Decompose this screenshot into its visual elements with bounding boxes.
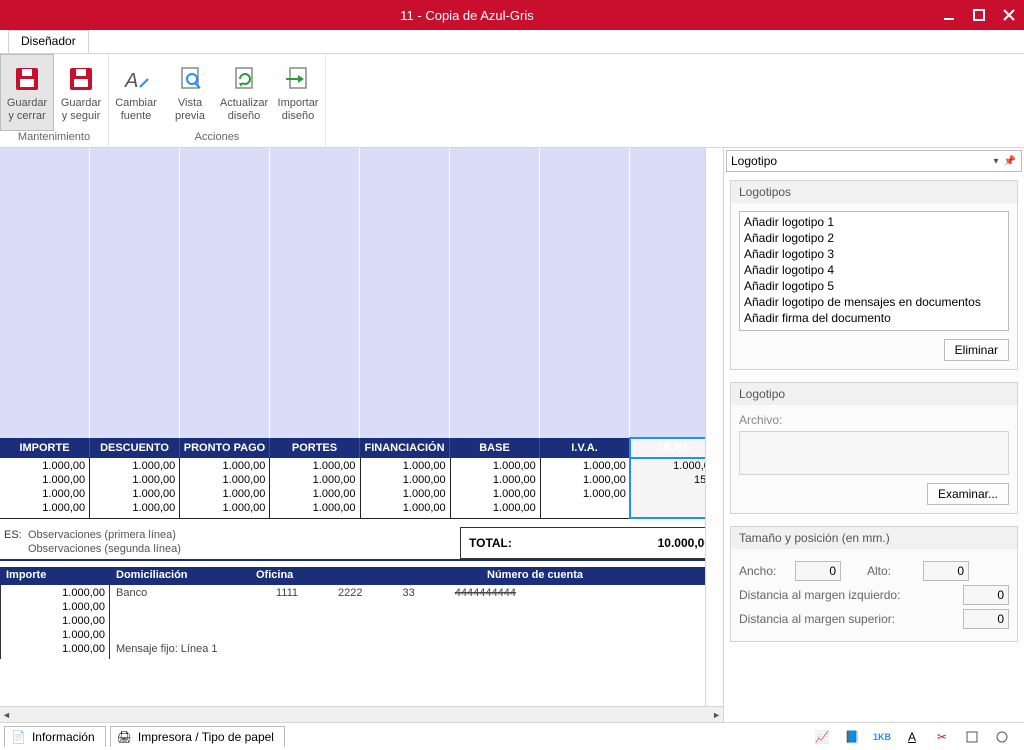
window-title: 11 - Copia de Azul-Gris [0, 8, 934, 23]
list-item[interactable]: Añadir logotipo 3 [742, 246, 1006, 262]
floppy-next-icon [65, 63, 97, 95]
info-tab[interactable]: 📄 Información [4, 726, 106, 747]
bank-headers: Importe Domiciliación Oficina Número de … [0, 567, 720, 585]
refresh-design-button[interactable]: Actualizar diseño [217, 54, 271, 131]
printer-icon: 🖨 [117, 730, 132, 744]
hdr-descuento: DESCUENTO [90, 438, 180, 458]
group-label-acciones: Acciones [109, 131, 325, 147]
tab-designer[interactable]: Diseñador [8, 30, 89, 53]
margin-left-input[interactable] [963, 585, 1009, 605]
statusbar: 📄 Información 🖨 Impresora / Tipo de pape… [0, 722, 1024, 750]
tab-strip: Diseñador [0, 30, 1024, 54]
cut-icon[interactable]: ✂ [934, 729, 950, 745]
hdr-importe: IMPORTE [0, 438, 90, 458]
font-icon: A [120, 63, 152, 95]
group-label-mantenimiento: Mantenimiento [0, 131, 108, 147]
total-label: TOTAL: [469, 536, 512, 550]
maximize-button[interactable] [964, 0, 994, 30]
height-input[interactable] [923, 561, 969, 581]
list-item[interactable]: Añadir logotipo 2 [742, 230, 1006, 246]
hdr-financiacion: FINANCIACIÓN [360, 438, 450, 458]
es-label: ES: [0, 527, 24, 559]
vertical-ruler [705, 148, 723, 706]
placeholder-band [0, 148, 720, 438]
hdr-iva: I.V.A. [540, 438, 630, 458]
close-button[interactable] [994, 0, 1024, 30]
import-page-icon [282, 63, 314, 95]
total-box: TOTAL: 10.000,00 [460, 527, 720, 559]
kb-icon[interactable]: 1KB [874, 729, 890, 745]
chart-icon[interactable]: 📈 [814, 729, 830, 745]
ribbon: Guardar y cerrar Guardar y seguir Manten… [0, 54, 1024, 148]
total-value: 10.000,00 [658, 536, 711, 550]
fixed-msg: Mensaje fijo: Línea 1 [116, 643, 218, 657]
list-item[interactable]: Añadir logotipo de mensajes en documento… [742, 294, 1006, 310]
minimize-button[interactable] [934, 0, 964, 30]
delete-button[interactable]: Eliminar [944, 339, 1009, 361]
side-panel: Logotipo ▾ 📌 Logotipos Añadir logotipo 1… [724, 148, 1024, 722]
width-input[interactable] [795, 561, 841, 581]
file-label: Archivo: [739, 413, 1009, 427]
refresh-page-icon [228, 63, 260, 95]
horizontal-scrollbar[interactable]: ◄► [0, 706, 723, 722]
note-icon[interactable]: 📘 [844, 729, 860, 745]
import-design-button[interactable]: Importar diseño [271, 54, 325, 131]
panel-size-pos: Tamaño y posición (en mm.) Ancho: Alto: … [730, 526, 1018, 642]
list-item[interactable]: Añadir logotipo 1 [742, 214, 1006, 230]
save-close-button[interactable]: Guardar y cerrar [0, 54, 54, 131]
change-font-button[interactable]: A Cambiar fuente [109, 54, 163, 131]
observations: Observaciones (primera línea) Observacio… [24, 527, 460, 559]
list-item[interactable]: Añadir logotipo 4 [742, 262, 1006, 278]
magnifier-page-icon [174, 63, 206, 95]
titlebar: 11 - Copia de Azul-Gris [0, 0, 1024, 30]
margin-top-input[interactable] [963, 609, 1009, 629]
hdr-base: BASE [450, 438, 540, 458]
floppy-icon [11, 63, 43, 95]
info-icon: 📄 [11, 730, 26, 744]
svg-text:A: A [124, 70, 138, 92]
design-canvas[interactable]: IMPORTE DESCUENTO PRONTO PAGO PORTES FIN… [0, 148, 724, 722]
browse-button[interactable]: Examinar... [927, 483, 1009, 505]
logo-listbox[interactable]: Añadir logotipo 1 Añadir logotipo 2 Añad… [739, 211, 1009, 331]
pin-icon[interactable]: 📌 [1003, 156, 1017, 167]
preview-button[interactable]: Vista previa [163, 54, 217, 131]
printer-tab[interactable]: 🖨 Impresora / Tipo de papel [110, 726, 285, 747]
bank-name: Banco [116, 587, 236, 601]
chevron-down-icon[interactable]: ▾ [989, 156, 1003, 167]
panel-logotipo: Logotipo Archivo: Examinar... [730, 382, 1018, 514]
side-dropdown[interactable]: Logotipo ▾ 📌 [726, 150, 1022, 172]
save-continue-button[interactable]: Guardar y seguir [54, 54, 108, 131]
bank-body: 1.000,00 1.000,00 1.000,00 1.000,00 1.00… [0, 585, 720, 659]
list-item[interactable]: Añadir logotipo 5 [742, 278, 1006, 294]
column-headers: IMPORTE DESCUENTO PRONTO PAGO PORTES FIN… [0, 438, 720, 458]
list-item[interactable]: Añadir firma del documento [742, 310, 1006, 326]
hdr-portes: PORTES [270, 438, 360, 458]
file-preview [739, 431, 1009, 475]
hdr-pronto: PRONTO PAGO [180, 438, 270, 458]
circle-icon[interactable] [994, 729, 1010, 745]
data-block: 1.000,001.000,001.000,001.000,00 1.000,0… [0, 458, 720, 519]
square-icon[interactable] [964, 729, 980, 745]
text-a-icon[interactable]: A [904, 729, 920, 745]
panel-logotipos: Logotipos Añadir logotipo 1 Añadir logot… [730, 180, 1018, 370]
